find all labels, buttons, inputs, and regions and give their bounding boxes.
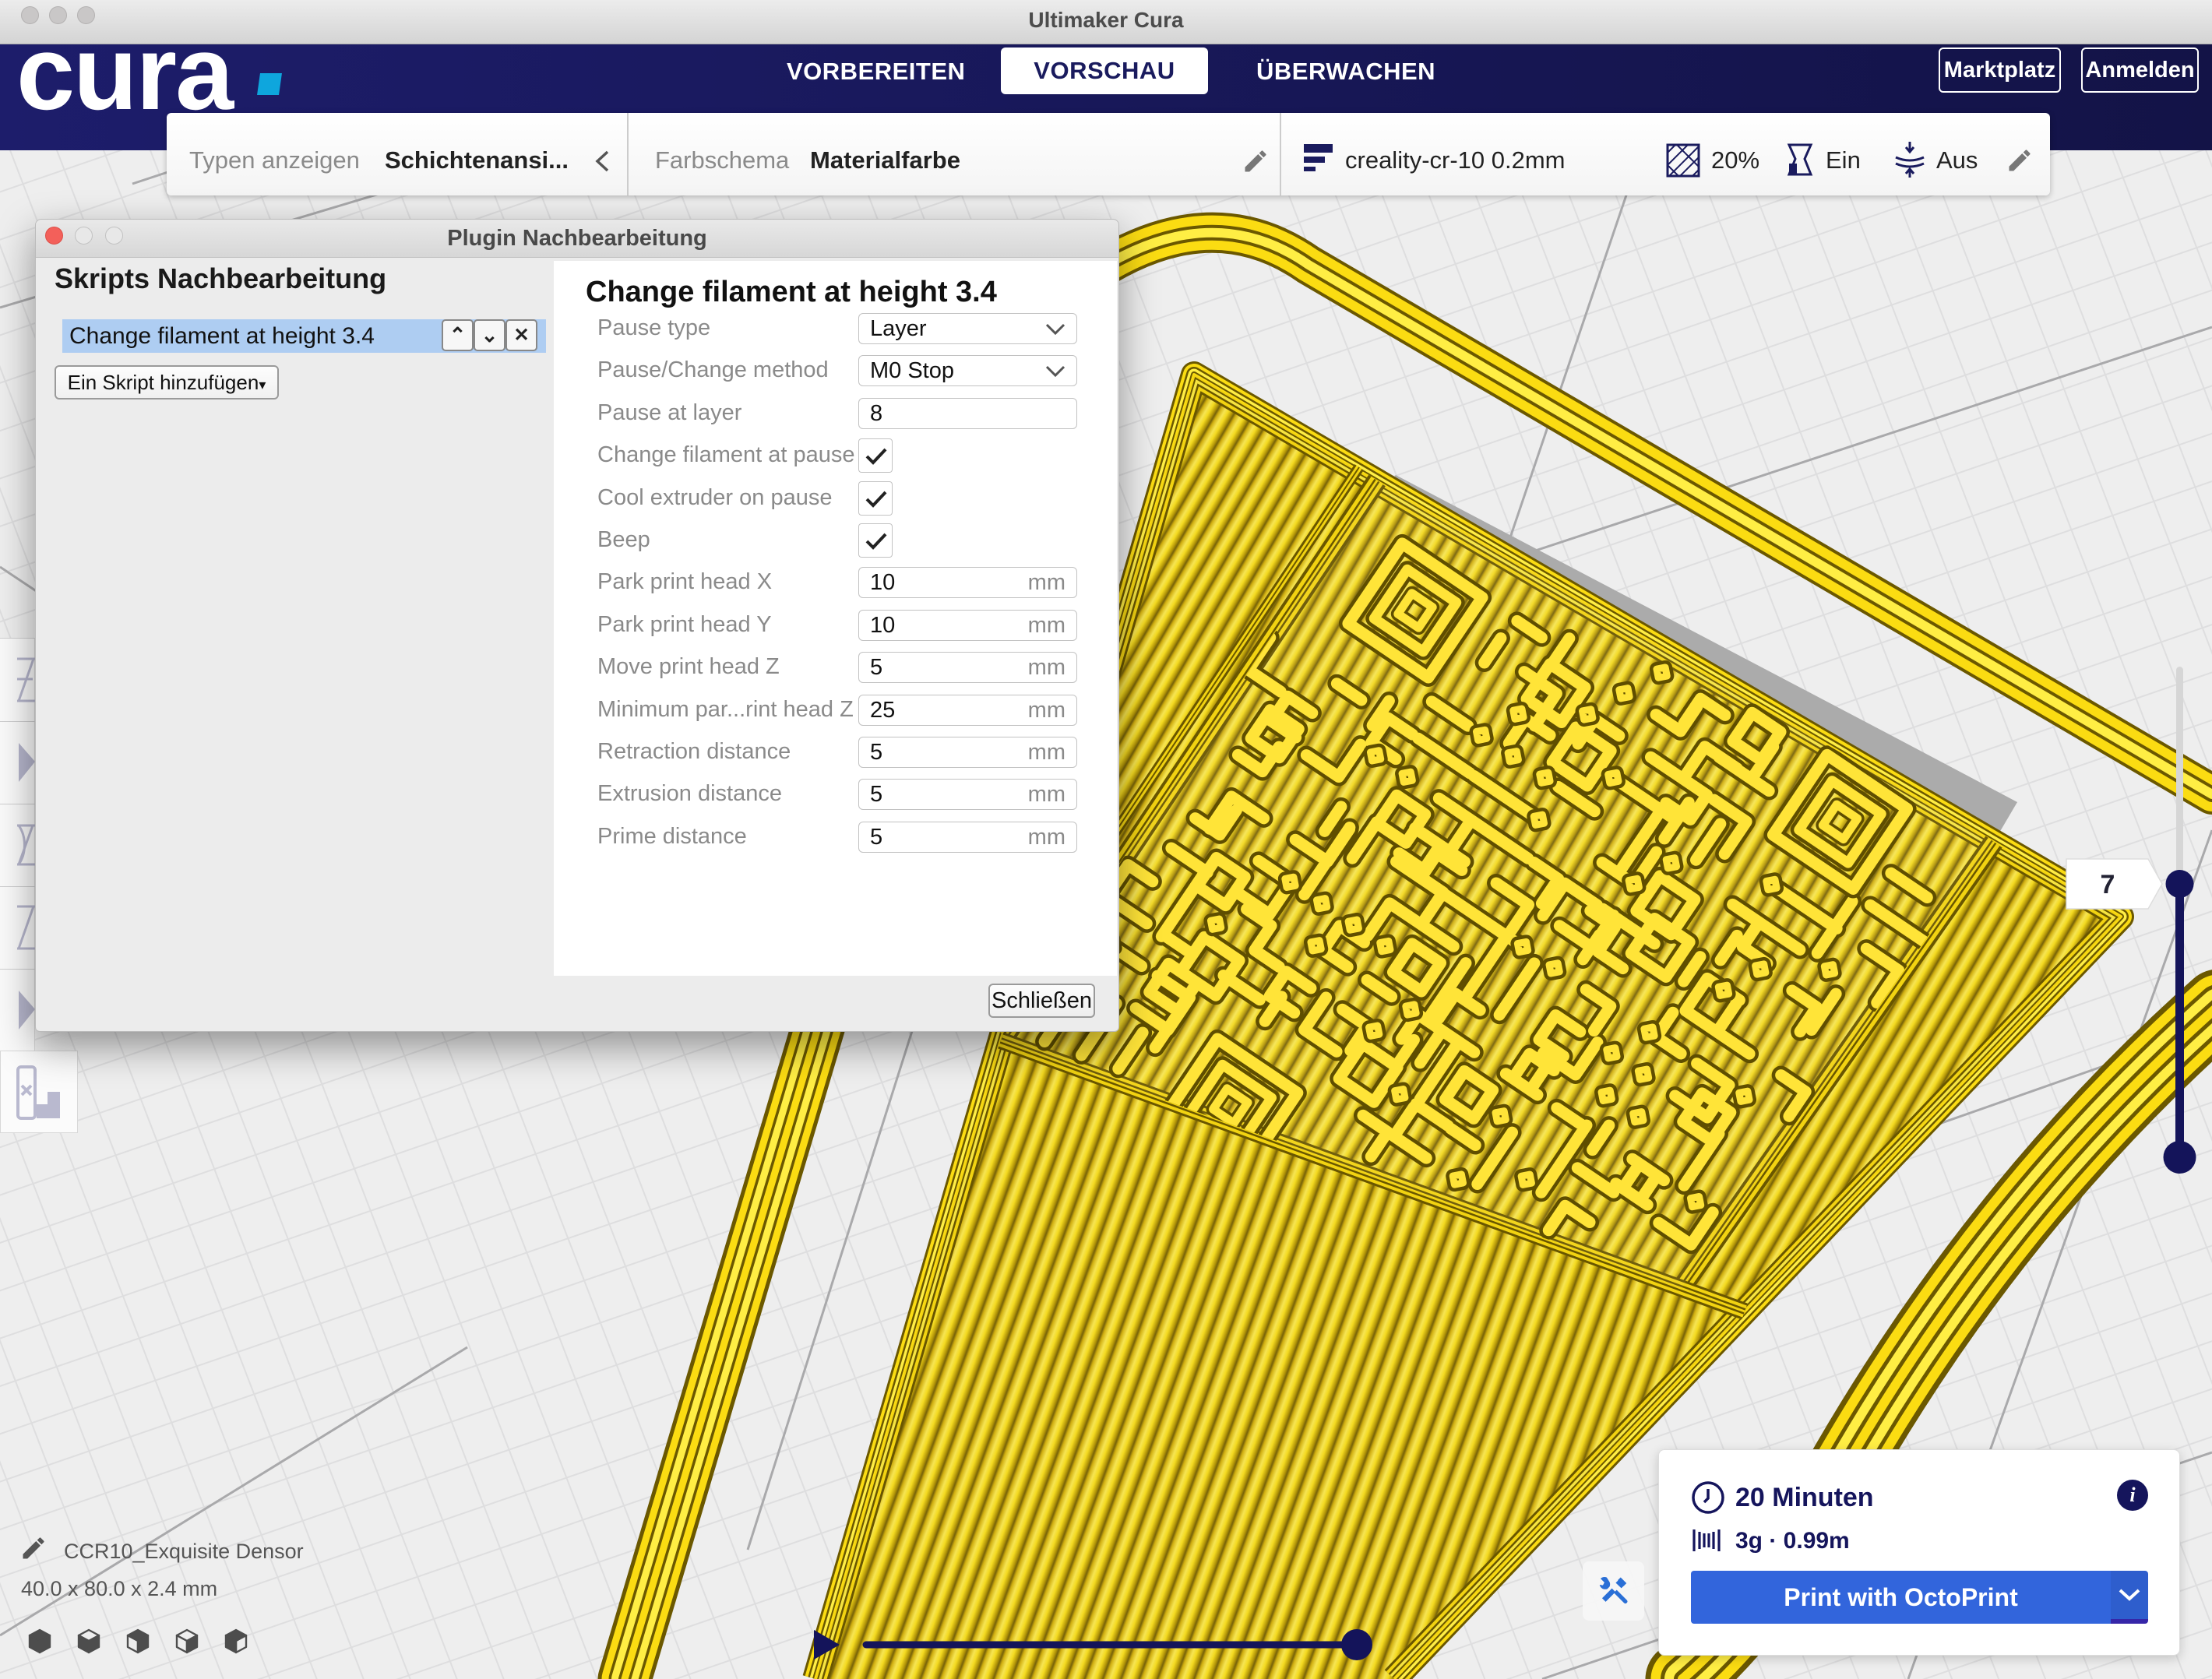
svg-text:7: 7 [2101,870,2115,899]
